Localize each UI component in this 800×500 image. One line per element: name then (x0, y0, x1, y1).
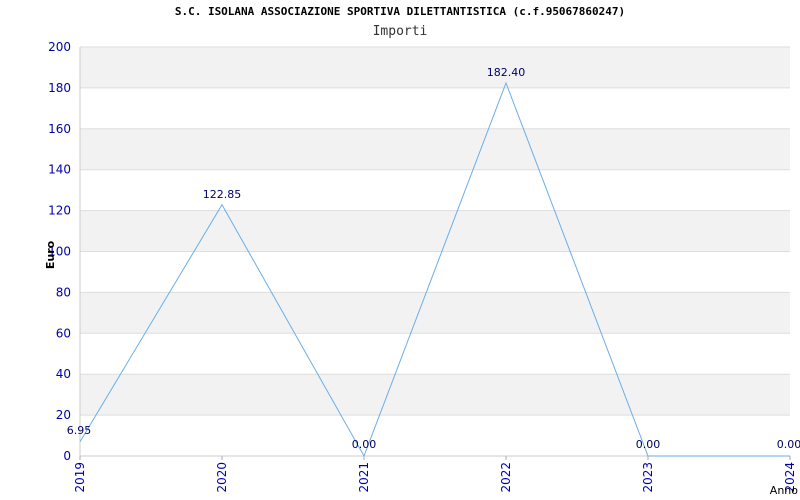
grid-band (80, 251, 790, 293)
data-label: 122.85 (203, 188, 242, 201)
y-tick-label: 40 (56, 367, 71, 381)
y-tick-label: 20 (56, 408, 71, 422)
grid-band (80, 169, 790, 211)
grid-band (80, 415, 790, 456)
x-axis-label: Anno (770, 484, 798, 497)
grid-band (80, 210, 790, 252)
y-tick-label: 180 (48, 81, 71, 95)
y-axis-label: Euro (44, 240, 57, 269)
data-label: 0.00 (352, 438, 377, 451)
y-tick-label: 0 (63, 449, 71, 463)
y-tick-label: 80 (56, 285, 71, 299)
data-label: 0.00 (636, 438, 661, 451)
y-tick-label: 140 (48, 163, 71, 177)
x-tick-label: 2020 (215, 462, 229, 493)
x-tick-label: 2019 (73, 462, 87, 493)
x-axis-ticks: 2019 2020 2021 2022 2023 2024 (73, 456, 797, 493)
grid-band (80, 128, 790, 170)
x-tick-label: 2023 (641, 462, 655, 493)
data-label: 0.00 (777, 438, 800, 451)
data-label: 6.95 (67, 424, 92, 437)
grid-band (80, 374, 790, 416)
grid-band (80, 47, 790, 88)
grid-band (80, 87, 790, 129)
grid-band (80, 292, 790, 334)
y-tick-label: 200 (48, 40, 71, 54)
line-chart: 020406080100120140160180200 2019 2020 2021… (44, 40, 800, 497)
y-tick-label: 120 (48, 204, 71, 218)
data-label: 182.40 (487, 66, 526, 79)
y-tick-label: 160 (48, 122, 71, 136)
x-tick-label: 2021 (357, 462, 371, 493)
x-tick-label: 2022 (499, 462, 513, 493)
y-tick-label: 60 (56, 326, 71, 340)
grid-band (80, 333, 790, 375)
